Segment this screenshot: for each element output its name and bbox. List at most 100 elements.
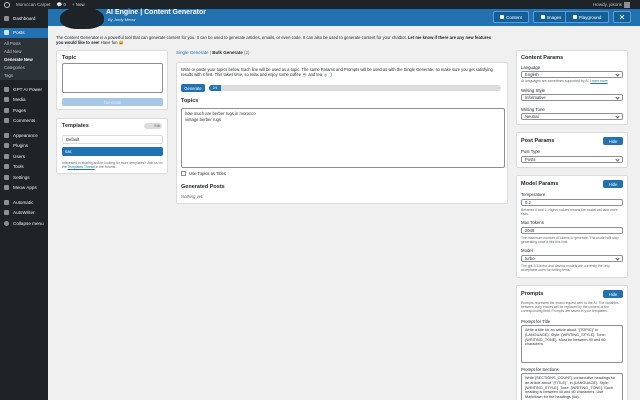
collapse-menu-button[interactable]: Collapse menu	[0, 218, 48, 229]
use-topics-as-titles[interactable]: Use Topics as Titles	[181, 171, 226, 176]
bulk-progress-fill: 2/4	[209, 85, 221, 91]
ai-engine-logo	[60, 7, 104, 29]
bulk-instructions: Write or paste your topics below. Each l…	[181, 67, 493, 78]
generated-posts-empty: Nothing yet.	[181, 194, 204, 199]
sidebar-item-appearance[interactable]: Appearance	[0, 130, 48, 141]
sidebar-item-pages[interactable]: Pages	[0, 105, 48, 116]
language-select[interactable]: English	[521, 71, 623, 78]
templates-edit-toggle[interactable]: Edit	[144, 123, 162, 129]
content-button[interactable]: Content	[493, 11, 529, 23]
chevron-down-icon	[615, 255, 620, 261]
admin-sidebar: Dashboard Posts All Posts Add New Genera…	[0, 9, 48, 400]
language-help: AI languages are sometimes supported by …	[521, 79, 608, 83]
intro-text: The Content Generator is a powerful tool…	[56, 35, 492, 45]
chevron-down-icon	[615, 94, 620, 100]
prompts-title: Prompts	[521, 291, 544, 297]
submenu-add-new[interactable]: Add New	[0, 47, 48, 55]
use-topics-checkbox[interactable]	[181, 171, 186, 176]
sidebar-item-settings[interactable]: Settings	[0, 172, 48, 183]
submenu-all-posts[interactable]: All Posts	[0, 39, 48, 47]
comments-count: 0	[63, 2, 66, 7]
page-title: AI Engine | Content Generator	[106, 9, 206, 16]
submenu-categories[interactable]: Categories	[0, 63, 48, 71]
topic-title: Topic	[62, 55, 77, 61]
sidebar-item-meow-apps[interactable]: Meow Apps	[0, 183, 48, 194]
post-params-title: Post Params	[521, 138, 555, 144]
title-prompt-textarea[interactable]: Write a title for an article about "{TOP…	[521, 325, 623, 363]
collapse-icon	[4, 220, 9, 226]
topic-input[interactable]	[62, 63, 163, 93]
settings-icon	[4, 174, 9, 180]
admin-bar: Moroccan Carpet 💬 0 + New Howdy, jokoris	[0, 0, 640, 9]
dashboard-icon	[4, 15, 9, 21]
content-icon	[500, 15, 505, 19]
media-icon	[4, 97, 9, 103]
model-params-panel: Model Params Hide Temperature 0.2 Betwee…	[516, 175, 628, 278]
templates-note: Interested in sharing and/or looking for…	[62, 161, 163, 170]
sidebar-item-tools[interactable]: Tools	[0, 162, 48, 173]
meow-apps-icon	[4, 185, 9, 191]
model-params-title: Model Params	[521, 181, 559, 187]
generated-posts-title: Generated Posts	[181, 184, 225, 190]
writing-tone-select[interactable]: Neutral	[521, 113, 623, 120]
tools-icon	[4, 164, 9, 170]
sidebar-item-plugins[interactable]: Plugins	[0, 141, 48, 152]
model-params-hide-button[interactable]: Hide	[603, 180, 623, 188]
images-button[interactable]: Images	[533, 11, 569, 23]
template-item-selected[interactable]: sas	[62, 147, 163, 156]
topic-generate-button[interactable]: Generate	[62, 98, 163, 106]
max-tokens-input[interactable]: 2048	[521, 227, 623, 234]
sidebar-item-posts[interactable]: Posts	[0, 27, 48, 38]
submenu-generate-new[interactable]: Generate New	[0, 55, 48, 63]
chevron-down-icon	[615, 156, 620, 162]
tab-single-generate[interactable]: Single Generate	[176, 50, 209, 55]
wordpress-icon[interactable]	[4, 1, 10, 8]
users-icon	[4, 153, 9, 159]
close-button[interactable]: ✕	[613, 11, 631, 23]
post-type-select[interactable]: Posts	[521, 156, 623, 163]
temperature-input[interactable]: 0.2	[521, 199, 623, 206]
page-subtitle: By Jordy Meow	[108, 17, 136, 22]
site-name-link[interactable]: Moroccan Carpet	[16, 2, 51, 7]
bulk-generate-panel: Write or paste your topics below. Each l…	[176, 62, 508, 204]
post-params-hide-button[interactable]: Hide	[603, 137, 623, 145]
sidebar-item-users[interactable]: Users	[0, 151, 48, 162]
sidebar-item-automatic[interactable]: Automatic	[0, 197, 48, 208]
comments-icon	[4, 118, 9, 124]
bulk-generate-button[interactable]: Generate	[181, 84, 205, 92]
sections-prompt-textarea[interactable]: Write {SECTIONS_COUNT} consecutive headi…	[521, 373, 623, 400]
posts-submenu: All Posts Add New Generate New Categorie…	[0, 38, 48, 80]
topic-panel: Topic Generate	[56, 50, 168, 110]
autowriter-icon	[4, 210, 9, 216]
comments-link[interactable]: 💬 0	[57, 2, 66, 8]
prompts-hide-button[interactable]: Hide	[603, 290, 623, 298]
sidebar-item-comments[interactable]: Comments	[0, 116, 48, 127]
learn-more-link[interactable]: Learn more	[590, 79, 607, 83]
sidebar-item-gpt-ai-power[interactable]: GPT AI Power	[0, 84, 48, 95]
chevron-down-icon	[615, 113, 620, 119]
avatar	[624, 1, 630, 8]
pages-icon	[4, 107, 9, 113]
automatic-icon	[4, 199, 9, 205]
topics-title: Topics	[181, 98, 199, 104]
model-select[interactable]: turbo	[521, 255, 623, 262]
appearance-icon	[4, 132, 9, 138]
images-icon	[540, 15, 545, 19]
generate-tabs: Single Generate | Bulk Generate (2)	[176, 50, 250, 55]
tab-bulk-generate[interactable]: Bulk Generate	[212, 50, 243, 55]
sidebar-item-dashboard[interactable]: Dashboard	[0, 13, 48, 24]
templates-thread-link[interactable]: Templates Thread	[68, 165, 95, 169]
sidebar-item-media[interactable]: Media	[0, 95, 48, 106]
plugins-icon	[4, 143, 9, 149]
topics-textarea[interactable]: how much are berber rugs in morocco vint…	[181, 108, 505, 168]
prompts-panel: Prompts Hide Prompts represent the exact…	[516, 285, 628, 400]
sidebar-item-autowriter[interactable]: AutoWriter	[0, 208, 48, 219]
writing-style-select[interactable]: Informative	[521, 94, 623, 101]
template-item-default[interactable]: Default	[62, 135, 163, 144]
playground-button[interactable]: Playground	[565, 11, 609, 23]
content-params-title: Content Params	[521, 55, 564, 61]
howdy-account[interactable]: Howdy, jokoris	[593, 1, 630, 8]
submenu-tags[interactable]: Tags	[0, 71, 48, 79]
chevron-down-icon	[615, 71, 620, 77]
gpt-icon	[4, 86, 9, 92]
